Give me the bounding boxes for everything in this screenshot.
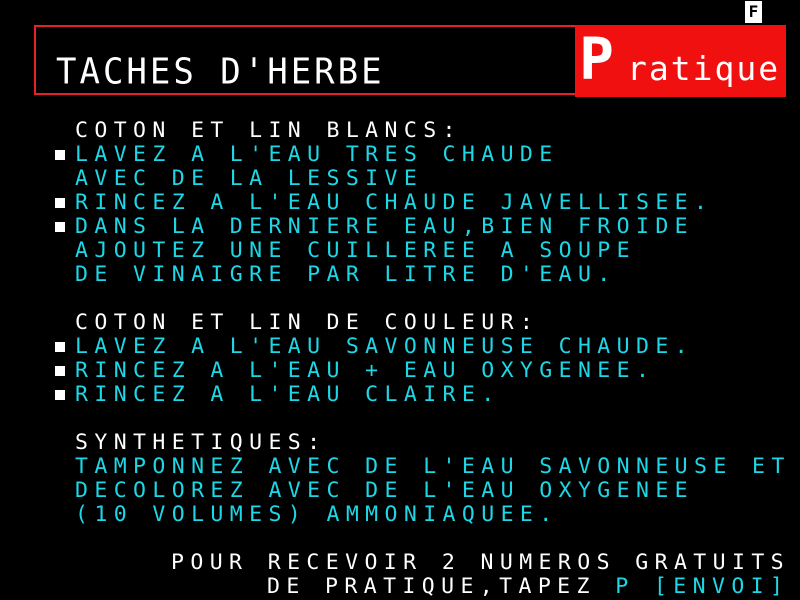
section-heading: COTON ET LIN BLANCS: <box>75 118 462 143</box>
list-item: TAMPONNEZ AVEC DE L'EAU SAVONNEUSE ET <box>75 454 791 479</box>
footer-offer: POUR RECEVOIR 2 NUMEROS GRATUITS <box>171 550 791 575</box>
list-item: AVEC DE LA LESSIVE <box>75 166 424 191</box>
section-heading: SYNTHETIQUES: <box>75 430 327 455</box>
section-heading: COTON ET LIN DE COULEUR: <box>75 310 540 335</box>
footer-instruction-text: DE PRATIQUE,TAPEZ <box>267 574 596 599</box>
list-item: RINCEZ A L'EAU CHAUDE JAVELLISEE. <box>75 190 714 215</box>
list-item: AJOUTEZ UNE CUILLEREE A SOUPE <box>75 238 636 263</box>
pratique-logo: P ratique <box>575 25 786 97</box>
bullet-marker <box>55 198 65 208</box>
list-item: RINCEZ A L'EAU CLAIRE. <box>75 382 501 407</box>
bullet-marker <box>55 342 65 352</box>
list-item: DANS LA DERNIERE EAU,BIEN FROIDE <box>75 214 695 239</box>
footer-instruction: DE PRATIQUE,TAPEZ P [ENVOI] <box>267 575 789 599</box>
list-item: RINCEZ A L'EAU + EAU OXYGENEE. <box>75 358 656 383</box>
bullet-marker <box>55 390 65 400</box>
minitel-screen: F TACHES D'HERBE P ratique COTON ET LIN … <box>0 0 800 600</box>
key-p[interactable]: P <box>615 574 634 599</box>
bullet-marker <box>55 222 65 232</box>
list-item: DE VINAIGRE PAR LITRE D'EAU. <box>75 262 617 287</box>
logo-text: ratique <box>627 49 781 88</box>
list-item: LAVEZ A L'EAU TRES CHAUDE <box>75 142 559 167</box>
logo-initial: P <box>579 25 614 93</box>
list-item: (10 VOLUMES) AMMONIAQUEE. <box>75 502 559 527</box>
bullet-marker <box>55 150 65 160</box>
page-title: TACHES D'HERBE <box>56 51 385 94</box>
function-badge: F <box>745 1 762 23</box>
list-item: LAVEZ A L'EAU SAVONNEUSE CHAUDE. <box>75 334 695 359</box>
bullet-marker <box>55 366 65 376</box>
envoi-key[interactable]: [ENVOI] <box>654 574 789 599</box>
page-header: TACHES D'HERBE P ratique <box>34 25 786 97</box>
list-item: DECOLOREZ AVEC DE L'EAU OXYGENEE <box>75 478 695 503</box>
